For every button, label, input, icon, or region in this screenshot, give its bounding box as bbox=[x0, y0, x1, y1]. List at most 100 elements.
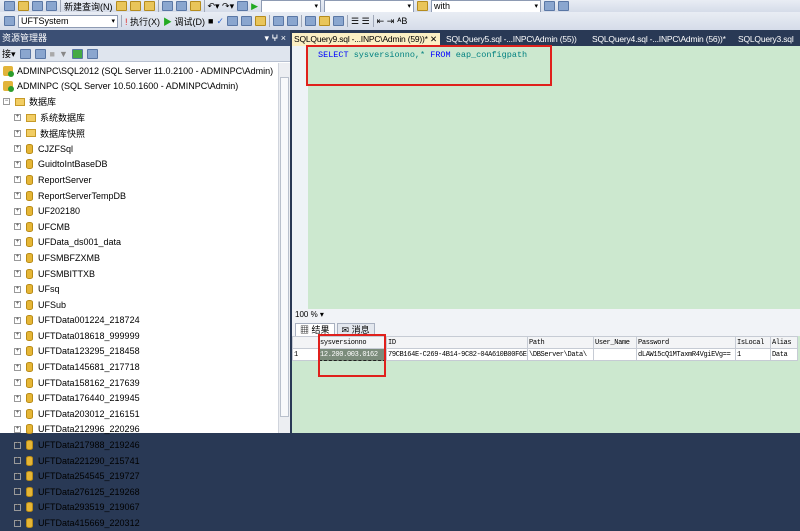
debug-button[interactable]: ▶ 调试(D) bbox=[163, 15, 205, 28]
column-header[interactable] bbox=[292, 336, 319, 349]
tree-database[interactable]: + UFTData212996_220296 bbox=[0, 422, 278, 438]
connect-server-icon[interactable] bbox=[19, 48, 31, 59]
tree-folder[interactable]: + 系统数据库 bbox=[0, 110, 278, 126]
filter-icon[interactable]: ▼ bbox=[59, 49, 68, 59]
column-header[interactable]: Password bbox=[636, 336, 736, 349]
disconnect-icon[interactable] bbox=[34, 48, 46, 59]
expand-icon[interactable]: + bbox=[14, 223, 21, 231]
expand-icon[interactable]: + bbox=[14, 410, 21, 418]
expand-icon[interactable]: + bbox=[14, 425, 21, 433]
new-icon[interactable] bbox=[4, 1, 15, 11]
activity-icon[interactable] bbox=[86, 48, 98, 59]
expand-icon[interactable]: + bbox=[14, 192, 21, 200]
expand-icon[interactable]: + bbox=[14, 176, 21, 184]
tab-sqlquery3[interactable]: SQLQuery3.sql bbox=[736, 33, 796, 46]
save-icon[interactable] bbox=[32, 1, 43, 11]
query-options-icon[interactable] bbox=[273, 16, 285, 26]
expand-icon[interactable]: + bbox=[14, 472, 21, 480]
tree-database[interactable]: + UFTData293519_219067 bbox=[0, 500, 278, 516]
results-file-icon[interactable] bbox=[333, 16, 345, 26]
cut-icon[interactable] bbox=[161, 1, 173, 11]
properties-icon[interactable] bbox=[544, 1, 556, 11]
expand-icon[interactable]: + bbox=[14, 394, 21, 402]
grid-cell[interactable]: 79CB164E-C269-4B14-9C82-04A610B00F6E bbox=[386, 348, 528, 361]
comment-icon[interactable]: ☰ ☰ bbox=[351, 16, 370, 27]
refresh-icon[interactable] bbox=[71, 48, 83, 59]
zoom-select[interactable]: 100 % bbox=[295, 310, 318, 319]
tree-database[interactable]: + GuidtoIntBaseDB bbox=[0, 157, 278, 173]
expand-icon[interactable]: + bbox=[14, 238, 21, 246]
expand-icon[interactable]: + bbox=[14, 160, 21, 168]
tab-sqlquery4[interactable]: SQLQuery4.sql -...INPC\Admin (56))* bbox=[590, 33, 728, 46]
undo-icon[interactable]: ↶▾ ↷▾ bbox=[208, 1, 235, 12]
tree-database[interactable]: + UF202180 bbox=[0, 203, 278, 219]
expand-icon[interactable]: + bbox=[14, 457, 21, 465]
expand-icon[interactable]: + bbox=[14, 519, 21, 527]
tree-folder-databases[interactable]: − 数据库 bbox=[0, 94, 278, 110]
results-text-icon[interactable] bbox=[305, 16, 317, 26]
expand-icon[interactable]: + bbox=[14, 316, 21, 324]
expand-icon[interactable]: + bbox=[14, 270, 21, 278]
tree-database[interactable]: + UFSMBITTXB bbox=[0, 266, 278, 282]
tree-server[interactable]: ADMINPC (SQL Server 10.50.1600 - ADMINPC… bbox=[0, 79, 278, 95]
pin-icon[interactable]: ▾ ⵖ × bbox=[264, 30, 286, 46]
find-icon[interactable] bbox=[417, 1, 429, 11]
expand-icon[interactable]: + bbox=[14, 207, 21, 215]
save-all-icon[interactable] bbox=[46, 1, 57, 11]
plan-icon[interactable] bbox=[227, 16, 239, 26]
query-icon[interactable] bbox=[129, 1, 141, 11]
expand-icon[interactable]: + bbox=[14, 129, 21, 137]
expand-icon[interactable]: + bbox=[14, 503, 21, 511]
tree-database[interactable]: + UFTData203012_216151 bbox=[0, 406, 278, 422]
grid-cell[interactable]: Data bbox=[770, 348, 798, 361]
query-icon[interactable] bbox=[143, 1, 155, 11]
grid-cell[interactable]: \DBServer\Data\ bbox=[527, 348, 594, 361]
database-select[interactable]: UFTSystem bbox=[18, 14, 118, 28]
results-grid-icon[interactable] bbox=[319, 16, 331, 26]
column-header[interactable]: Path bbox=[527, 336, 594, 349]
expand-icon[interactable]: + bbox=[14, 285, 21, 293]
stop-icon[interactable]: ■ bbox=[208, 16, 213, 26]
column-header[interactable]: ID bbox=[386, 336, 528, 349]
config-combo[interactable] bbox=[324, 0, 415, 13]
solution-combo[interactable] bbox=[261, 0, 322, 13]
tree-database[interactable]: + UFTData158162_217639 bbox=[0, 375, 278, 391]
expand-icon[interactable]: + bbox=[14, 301, 21, 309]
parse-icon[interactable]: ✓ bbox=[216, 16, 224, 27]
tree-database[interactable]: + UFSMBFZXMB bbox=[0, 250, 278, 266]
results-icon[interactable] bbox=[255, 16, 267, 26]
column-header[interactable]: Alias bbox=[770, 336, 798, 349]
tree-database[interactable]: + UFTData221290_215741 bbox=[0, 453, 278, 469]
paste-icon[interactable] bbox=[189, 1, 201, 11]
expand-icon[interactable]: + bbox=[14, 379, 21, 387]
column-header[interactable]: User_Name bbox=[593, 336, 637, 349]
grid-cell[interactable]: 1 bbox=[292, 348, 319, 361]
specify-values-icon[interactable]: ᴬB bbox=[397, 16, 407, 26]
tree-database[interactable]: + UFTData254545_219727 bbox=[0, 468, 278, 484]
grid-cell[interactable]: dLAW15cQ1MTaxmR4VgiEVg== bbox=[636, 348, 736, 361]
new-query-button[interactable]: 新建查询(N) bbox=[64, 0, 113, 13]
expand-icon[interactable]: + bbox=[14, 441, 21, 449]
tree-database[interactable]: + UFTData176440_219945 bbox=[0, 390, 278, 406]
expand-icon[interactable]: + bbox=[14, 332, 21, 340]
tree-database[interactable]: + UFTData018618_999999 bbox=[0, 328, 278, 344]
run-icon[interactable]: ▶ bbox=[251, 1, 258, 12]
expand-icon[interactable]: − bbox=[3, 98, 10, 106]
tree-database[interactable]: + UFCMB bbox=[0, 219, 278, 235]
connect-icon[interactable] bbox=[4, 16, 15, 26]
tree-database[interactable]: + CJZFSql bbox=[0, 141, 278, 157]
tree-database[interactable]: + UFTData276125_219268 bbox=[0, 484, 278, 500]
tree-database[interactable]: + ReportServer bbox=[0, 172, 278, 188]
indent-icon[interactable]: ⇤ ⇥ bbox=[377, 16, 395, 27]
tree-database[interactable]: + UFSub bbox=[0, 297, 278, 313]
explorer-scrollbar[interactable] bbox=[278, 63, 290, 433]
expand-icon[interactable]: + bbox=[14, 363, 21, 371]
intellisense-icon[interactable] bbox=[287, 16, 299, 26]
query-icon[interactable] bbox=[115, 1, 127, 11]
expand-icon[interactable]: + bbox=[14, 254, 21, 262]
expand-icon[interactable]: + bbox=[14, 145, 21, 153]
expand-icon[interactable]: + bbox=[14, 488, 21, 496]
copy-icon[interactable] bbox=[175, 1, 187, 11]
tree-database[interactable]: + UFData_ds001_data bbox=[0, 235, 278, 251]
expand-icon[interactable]: + bbox=[14, 347, 21, 355]
